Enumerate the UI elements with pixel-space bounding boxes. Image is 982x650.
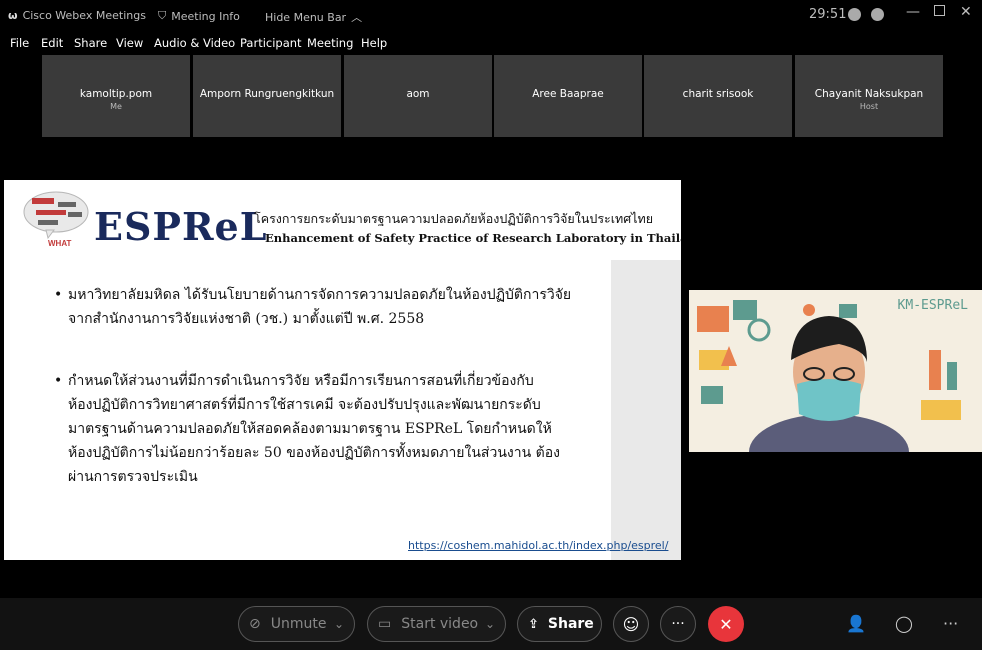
participant-tile[interactable]: charit srisook [644, 55, 792, 137]
menu-help[interactable]: Help [361, 36, 387, 50]
reactions-button[interactable]: ☺ [613, 606, 649, 642]
share-screen-icon: ⇪ [528, 616, 539, 632]
slide-header-thai: โครงการยกระดับมาตรฐานความปลอดภัยห้องปฏิบ… [254, 211, 654, 226]
menu-meeting[interactable]: Meeting [307, 36, 353, 50]
slide-torn-edge [611, 260, 681, 560]
shield-icon: ⛉ [158, 9, 167, 22]
more-panels-icon[interactable]: ··· [943, 614, 958, 633]
menu-file[interactable]: File [10, 36, 29, 50]
slide-header: WHAT ESPReL โครงการยกระดับมาตรฐานความปลอ… [4, 180, 681, 260]
presenter-figure [749, 316, 909, 452]
close-window-button[interactable]: ✕ [960, 4, 972, 20]
esprel-logo-text: ESPReL [94, 204, 268, 249]
slide-link[interactable]: https://coshem.mahidol.ac.th/index.php/e… [408, 539, 668, 552]
participant-tile[interactable]: Amporn Rungruengkitkun [193, 55, 341, 137]
bullet-dot: • [54, 287, 63, 303]
unmute-button[interactable]: ⊘ Unmute ⌄ [238, 606, 355, 642]
slide-bullet-1: • มหาวิทยาลัยมหิดล ได้รับนโยบายด้านการจั… [54, 283, 614, 331]
shared-content-slide[interactable]: WHAT ESPReL โครงการยกระดับมาตรฐานความปลอ… [4, 180, 681, 560]
chat-icon[interactable]: ◯ [895, 614, 913, 633]
menu-view[interactable]: View [116, 36, 143, 50]
svg-text:WHAT: WHAT [48, 239, 72, 248]
participants-panel-icon[interactable]: 👤 [846, 614, 866, 633]
chevron-down-icon: ⌄ [484, 617, 495, 631]
slide-header-english: Enhancement of Safety Practice of Resear… [265, 231, 681, 245]
chevron-down-icon: ⌄ [333, 617, 344, 631]
bullet-dot: • [54, 373, 63, 389]
menu-edit[interactable]: Edit [41, 36, 63, 50]
more-dots-icon: ··· [671, 616, 685, 632]
camera-off-icon: ▭ [378, 616, 392, 632]
maximize-button[interactable] [934, 5, 945, 16]
participant-tile[interactable]: Aree Baaprae [494, 55, 642, 137]
presenter-video[interactable]: KM-ESPReL [689, 290, 982, 452]
end-meeting-button[interactable]: ✕ [708, 606, 744, 642]
record-icon[interactable] [848, 8, 861, 21]
menu-bar: File Edit Share View Audio & Video Parti… [0, 33, 982, 53]
participant-tile[interactable]: aom [344, 55, 492, 137]
start-video-button[interactable]: ▭ Start video ⌄ [367, 606, 506, 642]
menu-share[interactable]: Share [74, 36, 107, 50]
webex-logo-icon: ω [8, 9, 18, 22]
meeting-timer: 29:51 [809, 7, 847, 22]
signal-stats-icon[interactable] [871, 8, 884, 21]
more-options-button[interactable]: ··· [660, 606, 696, 642]
smiley-icon: ☺ [622, 614, 640, 634]
share-button[interactable]: ⇪ Share [517, 606, 602, 642]
participant-tile[interactable]: Chayanit Naksukpan Host [795, 55, 943, 137]
close-icon: ✕ [719, 614, 733, 634]
microphone-muted-icon: ⊘ [249, 616, 261, 632]
chevron-up-icon: ︿ [351, 11, 363, 24]
title-bar: ω Cisco Webex Meetings ⛉ Meeting Info Hi… [0, 0, 982, 32]
meeting-controls: ⊘ Unmute ⌄ ▭ Start video ⌄ ⇪ Share ☺ ···… [0, 598, 982, 650]
minimize-button[interactable]: — [906, 4, 920, 20]
participant-tile[interactable]: kamoltip.pom Me [42, 55, 190, 137]
slide-bullet-2: • กำหนดให้ส่วนงานที่มีการดำเนินการวิจัย … [54, 369, 614, 489]
app-title: ω Cisco Webex Meetings [8, 9, 146, 22]
meeting-info-button[interactable]: ⛉ Meeting Info [158, 9, 240, 23]
word-cloud-logo-icon: WHAT [23, 191, 89, 248]
menu-audio-video[interactable]: Audio & Video [154, 36, 235, 50]
hide-menu-bar-button[interactable]: Hide Menu Bar ︿ [265, 9, 362, 25]
menu-participant[interactable]: Participant [240, 36, 302, 50]
